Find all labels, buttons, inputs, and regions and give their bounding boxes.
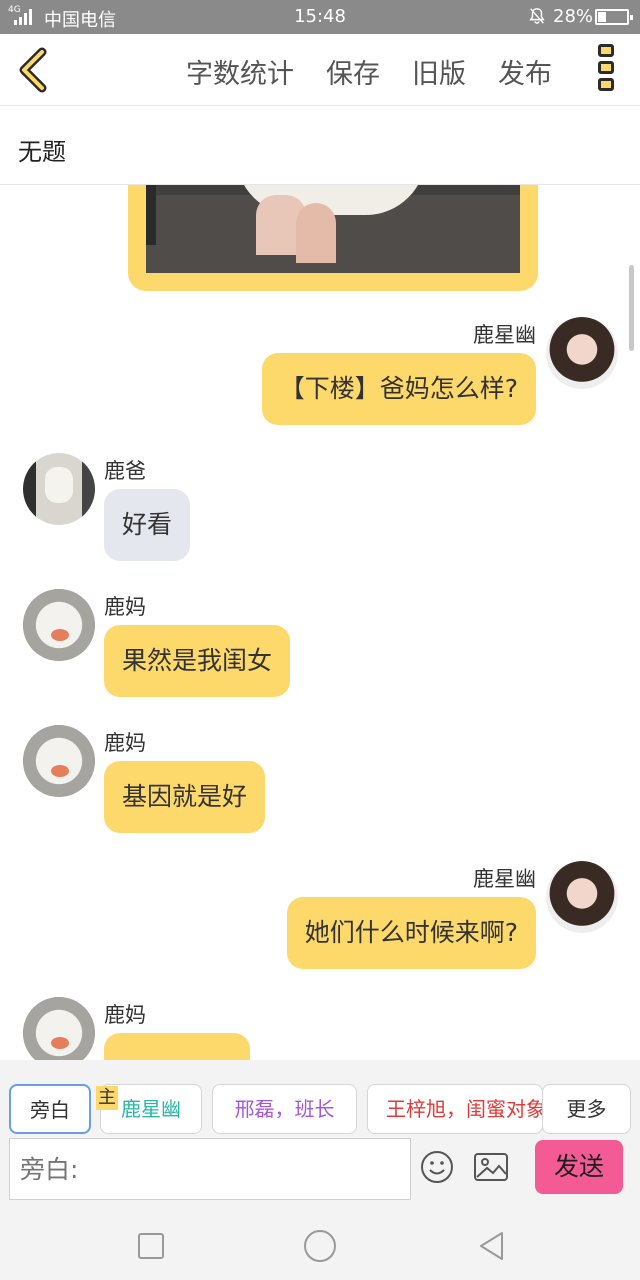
message-bubble[interactable]: 果然是我闺女: [104, 625, 291, 697]
avatar[interactable]: [23, 453, 95, 525]
home-icon[interactable]: [302, 1228, 338, 1264]
toolbar-actions: 字数统计 保存 旧版 发布: [186, 52, 552, 91]
scrollbar[interactable]: [629, 265, 634, 351]
message-sender: 鹿妈: [104, 1003, 146, 1027]
message-bubble[interactable]: [104, 1033, 250, 1060]
message-input[interactable]: [9, 1138, 411, 1200]
composer: 旁白 鹿星幽 主 邢磊，班长 王梓旭，闺蜜对象 更多 发送: [0, 1060, 640, 1208]
message-bubble[interactable]: 好看: [104, 489, 191, 561]
save-button[interactable]: 保存: [326, 52, 380, 91]
role-chip-xinglei[interactable]: 邢磊，班长: [212, 1084, 357, 1134]
message-sender: 鹿妈: [104, 595, 146, 619]
message-sender: 鹿星幽: [473, 867, 536, 891]
avatar[interactable]: [23, 589, 95, 661]
message-bubble[interactable]: 她们什么时候来啊?: [286, 897, 536, 969]
top-toolbar: 字数统计 保存 旧版 发布: [0, 34, 640, 106]
more-menu-icon[interactable]: [596, 44, 616, 96]
bell-muted-icon: [529, 8, 545, 24]
avatar[interactable]: [546, 317, 618, 389]
more-roles-button[interactable]: 更多: [542, 1084, 631, 1134]
back-nav-icon[interactable]: [476, 1230, 508, 1262]
message-sender: 鹿爸: [104, 459, 146, 483]
battery-percent: 28%: [553, 6, 594, 27]
title-bar[interactable]: 无题: [0, 106, 640, 185]
old-version-button[interactable]: 旧版: [412, 52, 466, 91]
avatar[interactable]: [546, 861, 618, 933]
chat-area[interactable]: 鹿星幽 【下楼】爸妈怎么样? 鹿爸 好看 鹿妈 果然是我闺女 鹿妈 基因就是好 …: [0, 185, 640, 1060]
document-title[interactable]: 无题: [18, 132, 66, 167]
emoji-icon[interactable]: [420, 1150, 454, 1184]
role-chip-wangzixu[interactable]: 王梓旭，闺蜜对象: [367, 1084, 543, 1134]
image-message[interactable]: [128, 185, 538, 291]
host-badge: 主: [96, 1086, 118, 1110]
image-icon[interactable]: [473, 1152, 509, 1182]
role-chip-narrator[interactable]: 旁白: [9, 1084, 91, 1134]
send-button[interactable]: 发送: [535, 1140, 623, 1194]
battery-icon: [595, 9, 633, 25]
photo: [146, 185, 520, 273]
avatar[interactable]: [23, 997, 95, 1060]
message-bubble[interactable]: 基因就是好: [104, 761, 266, 833]
avatar[interactable]: [23, 725, 95, 797]
recent-apps-icon[interactable]: [135, 1230, 167, 1262]
publish-button[interactable]: 发布: [498, 52, 552, 91]
system-nav-bar: [0, 1208, 640, 1280]
word-count-button[interactable]: 字数统计: [186, 52, 294, 91]
message-sender: 鹿星幽: [473, 323, 536, 347]
back-icon[interactable]: [14, 44, 54, 96]
message-sender: 鹿妈: [104, 731, 146, 755]
message-bubble[interactable]: 【下楼】爸妈怎么样?: [261, 353, 536, 425]
status-bar: 4G 中国电信 15:48 28%: [0, 0, 640, 34]
